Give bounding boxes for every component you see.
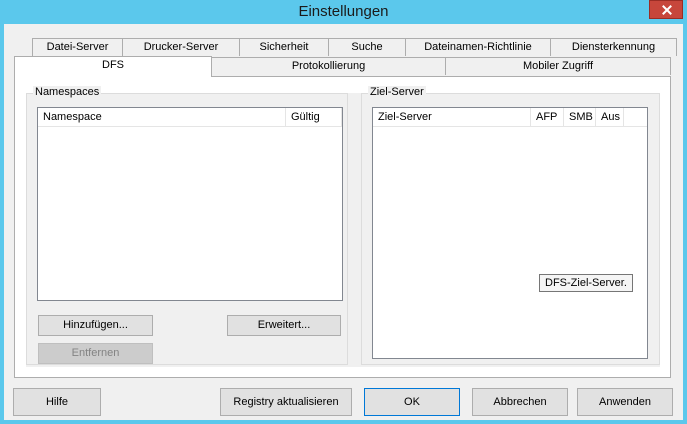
tab-mobiler-zugriff[interactable]: Mobiler Zugriff: [445, 57, 671, 75]
ok-button[interactable]: OK: [364, 388, 460, 416]
window-title: Einstellungen: [298, 3, 389, 20]
remove-namespace-button[interactable]: Entfernen: [38, 343, 153, 364]
tab-drucker-server[interactable]: Drucker-Server: [122, 38, 240, 56]
namespaces-group-title: Namespaces: [33, 86, 102, 98]
tab-dfs[interactable]: DFS: [14, 56, 212, 77]
update-registry-button[interactable]: Registry aktualisieren: [220, 388, 352, 416]
target-server-tooltip: DFS-Ziel-Server.: [539, 274, 633, 292]
tab-sicherheit[interactable]: Sicherheit: [239, 38, 329, 56]
column-header-namespace[interactable]: Namespace: [38, 108, 286, 126]
namespaces-group: Namespaces Namespace Gültig Hinzufügen..…: [26, 86, 348, 365]
dialog-client: Datei-Server Drucker-Server Sicherheit S…: [4, 24, 683, 420]
tab-diensterkennung[interactable]: Diensterkennung: [550, 38, 677, 56]
advanced-button[interactable]: Erweitert...: [227, 315, 341, 336]
close-button[interactable]: [649, 0, 683, 19]
title-bar[interactable]: Einstellungen: [0, 0, 687, 24]
apply-button[interactable]: Anwenden: [577, 388, 673, 416]
column-header-smb[interactable]: SMB: [564, 108, 596, 126]
column-header-aus[interactable]: Aus: [596, 108, 624, 126]
column-header-afp[interactable]: AFP: [531, 108, 564, 126]
tab-dateinamen-richtlinie[interactable]: Dateinamen-Richtlinie: [405, 38, 551, 56]
target-server-list-header: Ziel-Server AFP SMB Aus: [373, 108, 647, 127]
column-header-gueltig[interactable]: Gültig: [286, 108, 342, 126]
add-namespace-button[interactable]: Hinzufügen...: [38, 315, 153, 336]
tab-suche[interactable]: Suche: [328, 38, 406, 56]
dfs-tab-panel: Namespaces Namespace Gültig Hinzufügen..…: [14, 76, 671, 378]
namespaces-list-header: Namespace Gültig: [38, 108, 342, 127]
help-button[interactable]: Hilfe: [13, 388, 101, 416]
cancel-button[interactable]: Abbrechen: [472, 388, 568, 416]
dfs-panel-content: Namespaces Namespace Gültig Hinzufügen..…: [26, 86, 660, 367]
target-server-list[interactable]: Ziel-Server AFP SMB Aus: [372, 107, 648, 359]
target-server-group-title: Ziel-Server: [368, 86, 426, 98]
tab-protokollierung[interactable]: Protokollierung: [211, 57, 446, 75]
tab-datei-server[interactable]: Datei-Server: [32, 38, 123, 56]
column-header-ziel-server[interactable]: Ziel-Server: [373, 108, 531, 126]
target-server-group: Ziel-Server Ziel-Server AFP SMB Aus DFS-…: [361, 86, 660, 365]
namespaces-list[interactable]: Namespace Gültig: [37, 107, 343, 301]
